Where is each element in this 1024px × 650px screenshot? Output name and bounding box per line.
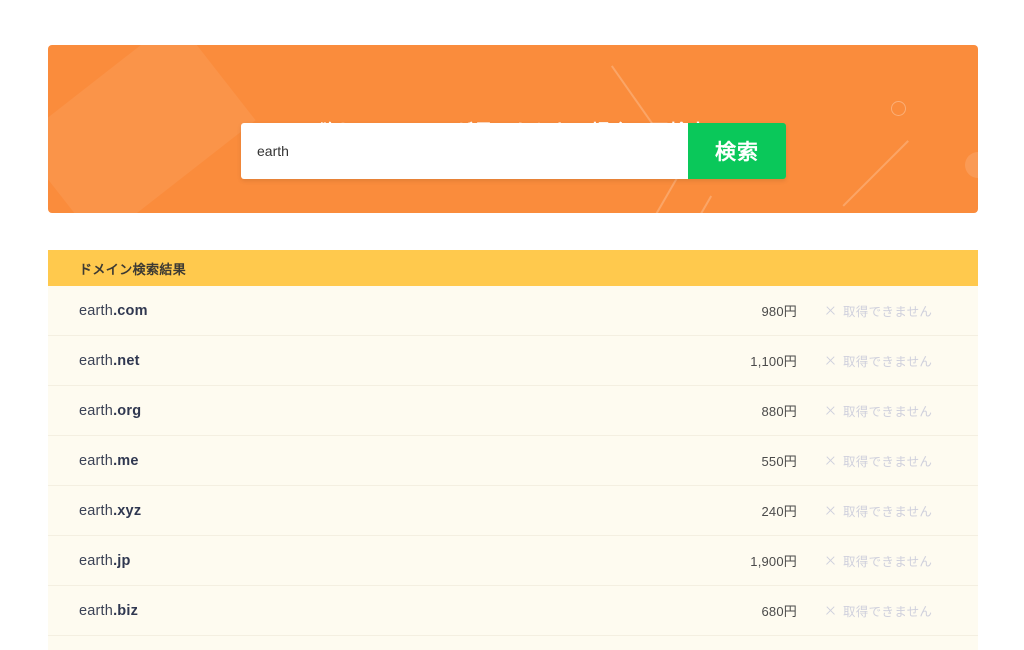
domain-base: earth xyxy=(79,602,114,619)
domain-price: 550円 xyxy=(761,454,797,469)
domain-price: 1,100円 xyxy=(750,354,797,369)
domain-name: earth.com xyxy=(79,303,687,319)
search-button[interactable]: 検索 xyxy=(688,123,786,179)
domain-tld: .me xyxy=(113,452,139,469)
domain-tld: .com xyxy=(113,302,148,319)
table-row[interactable]: earth.com 980円 取得できません xyxy=(48,286,978,336)
x-icon xyxy=(825,405,836,416)
domain-price: 240円 xyxy=(761,504,797,519)
search-input[interactable] xyxy=(241,123,688,179)
x-icon xyxy=(825,455,836,466)
status-label: 取得できません xyxy=(843,555,933,569)
domain-base: earth xyxy=(79,552,114,569)
domain-results-panel: ドメイン検索結果 earth.com 980円 取得できません earth.net 1,… xyxy=(48,250,978,650)
x-icon xyxy=(825,305,836,316)
domain-name: earth.biz xyxy=(79,603,687,619)
domain-tld: .org xyxy=(113,402,142,419)
domain-name: earth.org xyxy=(79,403,687,419)
status-badge: 取得できません xyxy=(797,351,947,370)
domain-price: 880円 xyxy=(761,404,797,419)
domain-base: earth xyxy=(79,352,114,369)
decorative-diagonal-line xyxy=(647,175,679,213)
status-badge: 取得できません xyxy=(797,501,947,520)
decorative-diagonal-line xyxy=(842,140,909,207)
x-icon xyxy=(825,505,836,516)
table-row[interactable]: earth.xyz 240円 取得できません xyxy=(48,486,978,536)
domain-price: 980円 xyxy=(761,304,797,319)
table-row[interactable]: earth.me 550円 取得できません xyxy=(48,436,978,486)
domain-base: earth xyxy=(79,302,114,319)
status-badge: 取得できません xyxy=(797,551,947,570)
status-label: 取得できません xyxy=(843,455,933,469)
table-row[interactable]: earth.biz 680円 取得できません xyxy=(48,586,978,636)
x-icon xyxy=(825,605,836,616)
status-badge: 取得できません xyxy=(797,601,947,620)
domain-tld: .xyz xyxy=(113,502,142,519)
status-badge: 取得できません xyxy=(797,301,947,320)
decorative-circle-outline-icon xyxy=(891,101,906,116)
domain-base: earth xyxy=(79,452,114,469)
decorative-diagonal-line xyxy=(611,65,653,124)
x-icon xyxy=(825,355,836,366)
results-list: earth.com 980円 取得できません earth.net 1,100円 取得できま… xyxy=(48,286,978,650)
domain-search-page: 欲しいドメインが見つからない場合は再検索 検索 ドメイン検索結果 earth.c… xyxy=(0,0,1024,650)
status-label: 取得できません xyxy=(843,355,933,369)
domain-tld: .jp xyxy=(113,552,131,569)
search-form: 検索 xyxy=(241,123,786,179)
domain-price: 680円 xyxy=(761,604,797,619)
domain-search-banner: 欲しいドメインが見つからない場合は再検索 検索 xyxy=(48,45,978,213)
status-label: 取得できません xyxy=(843,305,933,319)
table-row[interactable]: earth xyxy=(48,636,978,650)
status-label: 取得できません xyxy=(843,405,933,419)
domain-base: earth xyxy=(79,402,114,419)
decorative-circle-filled-icon xyxy=(965,152,978,178)
x-icon xyxy=(825,555,836,566)
table-row[interactable]: earth.net 1,100円 取得できません xyxy=(48,336,978,386)
domain-price: 1,900円 xyxy=(750,554,797,569)
status-label: 取得できません xyxy=(843,505,933,519)
domain-name: earth.net xyxy=(79,353,687,369)
domain-name: earth.xyz xyxy=(79,503,687,519)
results-header: ドメイン検索結果 xyxy=(48,250,978,286)
table-row[interactable]: earth.jp 1,900円 取得できません xyxy=(48,536,978,586)
results-header-label: ドメイン検索結果 xyxy=(79,261,187,277)
status-badge: 取得できません xyxy=(797,451,947,470)
domain-tld: .biz xyxy=(113,602,139,619)
status-label: 取得できません xyxy=(843,605,933,619)
table-row[interactable]: earth.org 880円 取得できません xyxy=(48,386,978,436)
domain-name: earth.me xyxy=(79,453,687,469)
decorative-diagonal-line xyxy=(687,195,712,213)
domain-tld: .net xyxy=(113,352,140,369)
domain-name: earth.jp xyxy=(79,553,687,569)
status-badge: 取得できません xyxy=(797,401,947,420)
domain-base: earth xyxy=(79,502,114,519)
